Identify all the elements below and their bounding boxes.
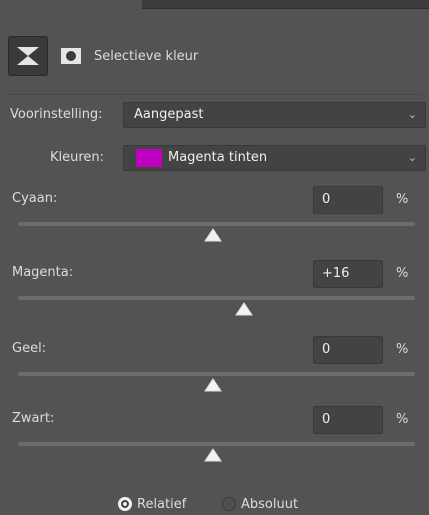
slider-thumb[interactable] <box>235 302 254 316</box>
slider-label: Magenta: <box>12 265 74 280</box>
unit-label: % <box>396 342 409 357</box>
slider-cyan: Cyaan: 0 % <box>0 186 429 264</box>
header-divider <box>8 94 421 95</box>
slider-track[interactable] <box>18 372 415 376</box>
colors-value: Magenta tinten <box>168 150 268 165</box>
panel-tab-strip <box>0 0 429 22</box>
preset-dropdown[interactable]: Aangepast ⌄ <box>123 102 426 128</box>
adjustment-layer-icon[interactable] <box>8 36 48 76</box>
properties-header: Selectieve kleur <box>8 30 420 82</box>
cyan-value-field[interactable]: 0 <box>313 186 383 214</box>
colors-dropdown[interactable]: Magenta tinten ⌄ <box>123 145 426 171</box>
panel-title: Selectieve kleur <box>94 48 199 64</box>
slider-track[interactable] <box>18 442 415 446</box>
slider-magenta: Magenta: +16 % <box>0 260 429 338</box>
chevron-down-icon: ⌄ <box>407 151 417 164</box>
slider-black: Zwart: 0 % <box>0 406 429 484</box>
unit-label: % <box>396 192 409 207</box>
preset-value: Aangepast <box>134 107 204 122</box>
preset-label: Voorinstelling: <box>10 107 103 122</box>
panel-tab-bar-edge <box>142 8 429 9</box>
unit-label: % <box>396 266 409 281</box>
radio-relative[interactable]: Relatief <box>118 494 186 514</box>
radio-label: Absoluut <box>241 496 299 512</box>
black-value-field[interactable]: 0 <box>313 406 383 434</box>
unit-label: % <box>396 412 409 427</box>
slider-label: Geel: <box>12 341 47 356</box>
slider-thumb[interactable] <box>203 228 222 242</box>
slider-track[interactable] <box>18 296 415 300</box>
slider-label: Cyaan: <box>12 191 58 206</box>
radio-checked-icon <box>118 497 132 511</box>
preset-row: Voorinstelling: Aangepast ⌄ <box>0 102 429 128</box>
method-radio-group: Relatief Absoluut <box>0 494 429 514</box>
panel-tab-bar <box>142 0 429 8</box>
slider-thumb[interactable] <box>203 448 222 462</box>
color-swatch <box>136 149 162 167</box>
chevron-down-icon: ⌄ <box>407 108 417 121</box>
radio-label: Relatief <box>137 496 187 512</box>
slider-track[interactable] <box>18 222 415 226</box>
slider-label: Zwart: <box>12 411 55 426</box>
colors-row: Kleuren: Magenta tinten ⌄ <box>0 145 429 171</box>
yellow-value-field[interactable]: 0 <box>313 336 383 364</box>
layer-mask-icon[interactable] <box>56 36 86 76</box>
slider-yellow: Geel: 0 % <box>0 336 429 414</box>
colors-label: Kleuren: <box>50 150 105 165</box>
magenta-value-field[interactable]: +16 <box>313 260 383 288</box>
slider-thumb[interactable] <box>203 378 222 392</box>
radio-unchecked-icon <box>222 497 236 511</box>
radio-absolute[interactable]: Absoluut <box>222 494 298 514</box>
